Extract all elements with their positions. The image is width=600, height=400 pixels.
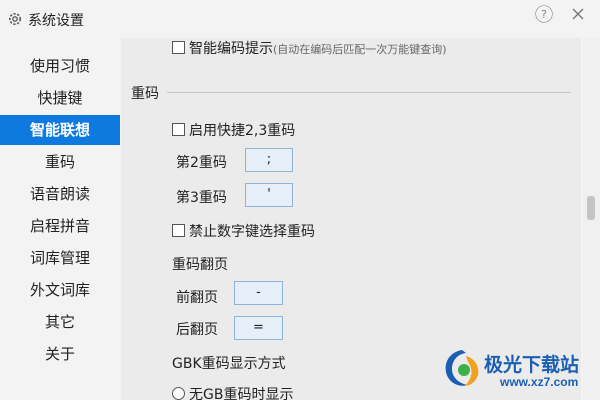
settings-window: 系统设置 ? 使用习惯 快捷键 智能联想 重码 语音朗读 启程拼音 词库管理 外…: [0, 0, 600, 400]
sidebar-item-shortcuts[interactable]: 快捷键: [0, 83, 120, 113]
sidebar-item-about[interactable]: 关于: [0, 339, 120, 369]
title-bar: 系统设置 ?: [0, 0, 600, 38]
enable-shortcut-checkbox[interactable]: [172, 123, 185, 136]
third-code-key-field[interactable]: ': [245, 183, 293, 207]
smart-code-hint-option[interactable]: 智能编码提示(自动在编码后匹配一次万能键查询): [172, 38, 447, 58]
gear-icon: [7, 11, 23, 27]
sidebar-item-usage-habits[interactable]: 使用习惯: [0, 51, 120, 81]
question-circle-icon: ?: [535, 5, 553, 23]
sidebar-item-other[interactable]: 其它: [0, 307, 120, 337]
next-page-key-field[interactable]: =: [234, 316, 283, 340]
smart-code-hint-label: 智能编码提示: [189, 41, 273, 57]
help-button[interactable]: ?: [532, 4, 556, 24]
second-code-key-field[interactable]: ;: [245, 148, 293, 172]
smart-code-hint-checkbox[interactable]: [172, 41, 185, 54]
close-icon: [572, 8, 584, 20]
sidebar-item-dictionary-management[interactable]: 词库管理: [0, 243, 120, 273]
smart-code-hint-note: (自动在编码后匹配一次万能键查询): [273, 43, 447, 56]
disable-digit-checkbox[interactable]: [172, 224, 185, 237]
gbk-title: GBK重码显示方式: [172, 356, 286, 372]
watermark-url: www.xz7.com: [500, 375, 579, 389]
prev-page-key-field[interactable]: -: [234, 281, 283, 305]
window-title: 系统设置: [28, 13, 84, 29]
prev-page-label: 前翻页: [176, 290, 218, 306]
paging-title: 重码翻页: [172, 257, 228, 273]
gbk-option-radio[interactable]: [172, 387, 185, 400]
third-code-label: 第3重码: [176, 190, 227, 206]
gbk-option-label: 无GB重码时显示: [189, 387, 294, 400]
disable-digit-label: 禁止数字键选择重码: [189, 224, 315, 240]
section-title-duplicate-codes: 重码: [131, 86, 159, 102]
close-button[interactable]: [566, 4, 590, 24]
scrollbar-thumb[interactable]: [587, 196, 595, 220]
sidebar-item-foreign-dictionary[interactable]: 外文词库: [0, 275, 120, 305]
section-divider: [167, 92, 571, 93]
sidebar-item-duplicate-codes[interactable]: 重码: [0, 147, 120, 177]
sidebar-item-qicheng-pinyin[interactable]: 启程拼音: [0, 211, 120, 241]
sidebar-item-voice-reading[interactable]: 语音朗读: [0, 179, 120, 209]
enable-shortcut-option[interactable]: 启用快捷2,3重码: [172, 120, 295, 140]
svg-text:?: ?: [541, 8, 547, 21]
second-code-label: 第2重码: [176, 155, 227, 171]
watermark-logo-icon: [445, 350, 479, 386]
watermark-text: 极光下载站: [484, 354, 580, 376]
sidebar-item-smart-association[interactable]: 智能联想: [0, 115, 120, 145]
enable-shortcut-label: 启用快捷2,3重码: [189, 123, 296, 139]
next-page-label: 后翻页: [176, 322, 218, 338]
sidebar: 使用习惯 快捷键 智能联想 重码 语音朗读 启程拼音 词库管理 外文词库 其它 …: [0, 38, 120, 400]
disable-digit-option[interactable]: 禁止数字键选择重码: [172, 221, 315, 241]
watermark: 极光下载站 www.xz7.com: [438, 342, 600, 400]
gbk-option[interactable]: 无GB重码时显示: [172, 384, 293, 400]
